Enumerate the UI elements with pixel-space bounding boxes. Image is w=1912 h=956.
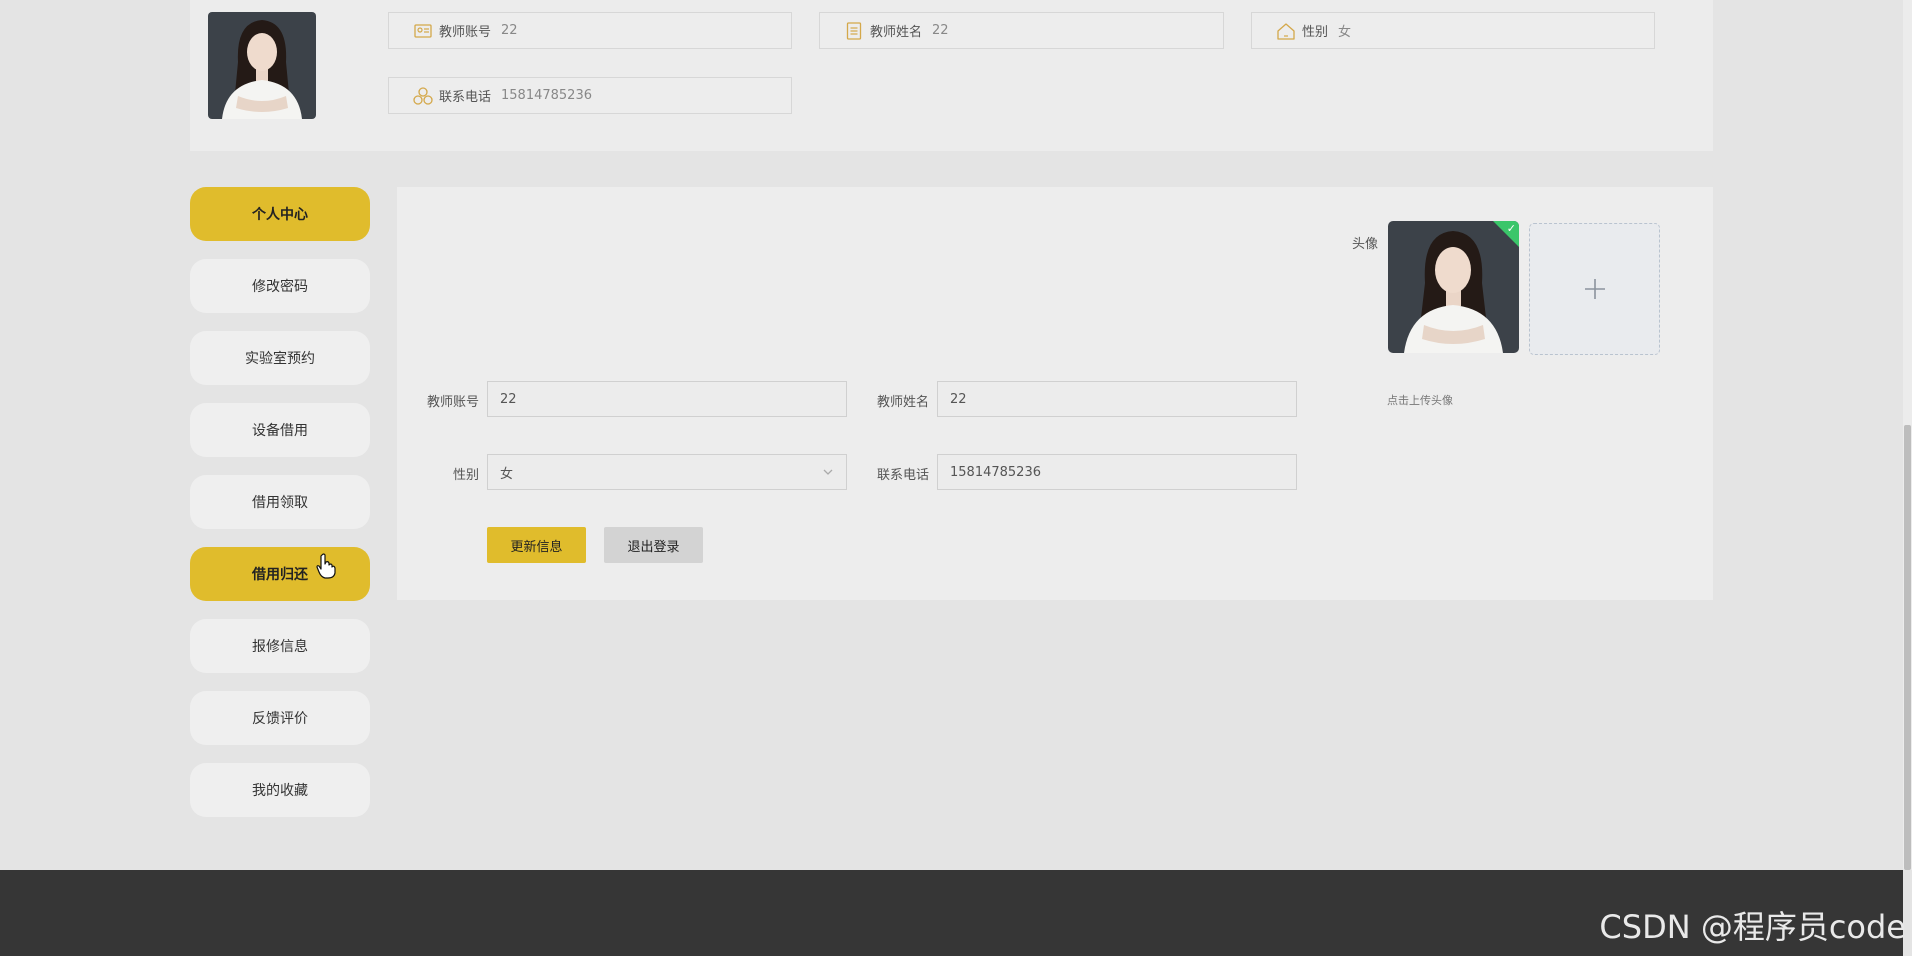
phone-icon (413, 86, 433, 106)
phone-info-value: 15814785236 (501, 88, 592, 103)
update-info-button[interactable]: 更新信息 (487, 527, 586, 563)
name-field[interactable]: 22 (937, 381, 1297, 417)
account-field[interactable]: 22 (487, 381, 847, 417)
upload-hint: 点击上传头像 (1387, 394, 1453, 407)
name-info-value: 22 (932, 23, 949, 38)
sidebar-item-lab-booking[interactable]: 实验室预约 (190, 331, 370, 385)
sidebar-item-label: 修改密码 (252, 279, 308, 295)
phone-field[interactable]: 15814785236 (937, 454, 1297, 490)
avatar-upload-button[interactable] (1529, 223, 1660, 355)
scrollbar-thumb[interactable] (1904, 425, 1911, 870)
sidebar-item-label: 反馈评价 (252, 711, 308, 727)
hand-cursor-icon (316, 553, 336, 579)
gender-select-value: 女 (500, 466, 514, 482)
gender-field-label: 性别 (453, 468, 480, 483)
sidebar-item-repair-info[interactable]: 报修信息 (190, 619, 370, 673)
sidebar-item-label: 报修信息 (252, 639, 308, 655)
phone-field-value: 15814785236 (950, 464, 1041, 480)
phone-field-label: 联系电话 (877, 468, 930, 483)
sidebar-item-equipment-borrow[interactable]: 设备借用 (190, 403, 370, 457)
avatar-preview[interactable]: ✓ (1388, 221, 1519, 353)
account-info: 教师账号 22 (388, 12, 792, 49)
gender-info-label: 性别 (1302, 25, 1329, 40)
id-card-icon (413, 21, 433, 41)
account-field-value: 22 (500, 391, 517, 407)
account-field-label: 教师账号 (427, 395, 480, 410)
phone-info: 联系电话 15814785236 (388, 77, 792, 114)
name-field-value: 22 (950, 391, 967, 407)
sidebar-item-favorites[interactable]: 我的收藏 (190, 763, 370, 817)
sidebar-item-feedback[interactable]: 反馈评价 (190, 691, 370, 745)
gender-select[interactable]: 女 (487, 454, 847, 490)
sidebar-item-label: 设备借用 (252, 423, 308, 439)
gender-info: 性别 女 (1251, 12, 1655, 49)
account-info-value: 22 (501, 23, 518, 38)
logout-label: 退出登录 (627, 539, 680, 555)
avatar-label: 头像 (1352, 237, 1379, 252)
account-info-label: 教师账号 (439, 25, 492, 40)
profile-avatar (208, 12, 316, 119)
name-info: 教师姓名 22 (819, 12, 1224, 49)
plus-icon (1584, 279, 1605, 299)
sidebar-item-borrow-pickup[interactable]: 借用领取 (190, 475, 370, 529)
gender-info-value: 女 (1338, 25, 1352, 40)
name-field-label: 教师姓名 (877, 395, 930, 410)
logout-button[interactable]: 退出登录 (604, 527, 703, 563)
update-info-label: 更新信息 (510, 539, 563, 555)
home-icon (1276, 21, 1296, 41)
sidebar-item-personal-center[interactable]: 个人中心 (190, 187, 370, 241)
name-info-label: 教师姓名 (870, 25, 923, 40)
sidebar-item-borrow-return[interactable]: 借用归还 (190, 547, 370, 601)
sidebar-item-change-password[interactable]: 修改密码 (190, 259, 370, 313)
check-icon: ✓ (1506, 222, 1516, 235)
sidebar-item-label: 个人中心 (252, 207, 308, 223)
sidebar-item-label: 借用领取 (252, 495, 308, 511)
phone-info-label: 联系电话 (439, 90, 492, 105)
document-icon (844, 21, 864, 41)
watermark: CSDN @程序员code (1599, 908, 1906, 946)
sidebar-item-label: 我的收藏 (252, 783, 308, 799)
chevron-down-icon (822, 466, 834, 482)
sidebar-item-label: 借用归还 (252, 567, 308, 583)
sidebar-item-label: 实验室预约 (245, 351, 315, 367)
